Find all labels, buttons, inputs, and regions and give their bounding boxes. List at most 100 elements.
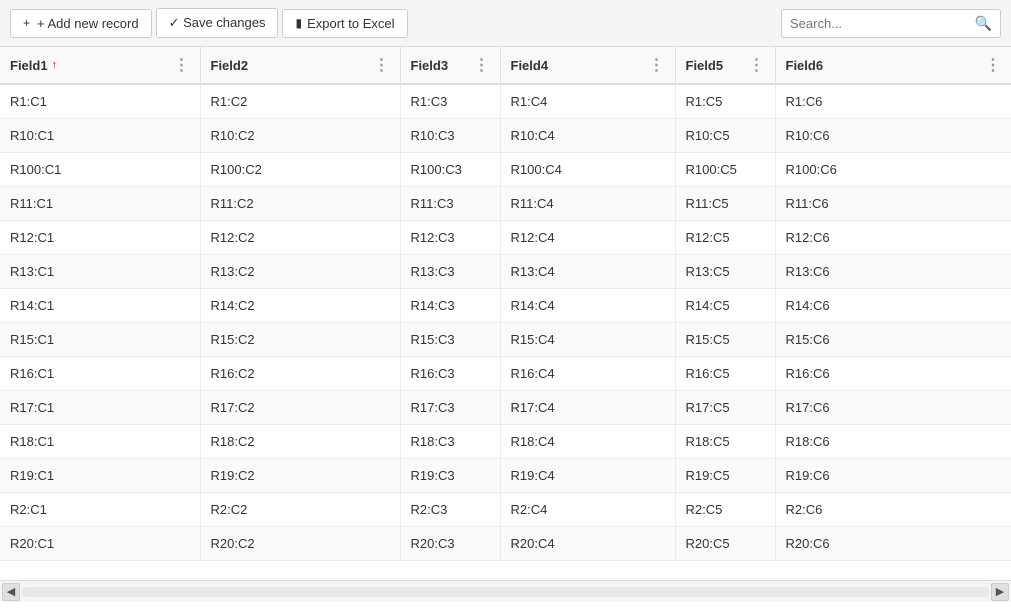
table-cell[interactable]: R2:C4 [500, 493, 675, 527]
table-cell[interactable]: R100:C5 [675, 153, 775, 187]
table-cell[interactable]: R17:C6 [775, 391, 1011, 425]
table-cell[interactable]: R15:C3 [400, 323, 500, 357]
table-cell[interactable]: R16:C4 [500, 357, 675, 391]
table-cell[interactable]: R15:C1 [0, 323, 200, 357]
table-cell[interactable]: R16:C6 [775, 357, 1011, 391]
table-cell[interactable]: R15:C4 [500, 323, 675, 357]
table-row[interactable]: R18:C1R18:C2R18:C3R18:C4R18:C5R18:C6 [0, 425, 1011, 459]
table-cell[interactable]: R13:C2 [200, 255, 400, 289]
table-cell[interactable]: R100:C3 [400, 153, 500, 187]
table-cell[interactable]: R20:C4 [500, 527, 675, 561]
table-cell[interactable]: R2:C1 [0, 493, 200, 527]
table-cell[interactable]: R19:C2 [200, 459, 400, 493]
table-cell[interactable]: R14:C2 [200, 289, 400, 323]
table-cell[interactable]: R14:C4 [500, 289, 675, 323]
table-row[interactable]: R10:C1R10:C2R10:C3R10:C4R10:C5R10:C6 [0, 119, 1011, 153]
table-cell[interactable]: R100:C6 [775, 153, 1011, 187]
field1-menu-icon[interactable]: ⋮ [174, 55, 190, 75]
table-cell[interactable]: R10:C1 [0, 119, 200, 153]
table-cell[interactable]: R1:C3 [400, 84, 500, 119]
scroll-left-button[interactable]: ◀ [2, 583, 20, 601]
table-cell[interactable]: R14:C1 [0, 289, 200, 323]
table-row[interactable]: R17:C1R17:C2R17:C3R17:C4R17:C5R17:C6 [0, 391, 1011, 425]
table-cell[interactable]: R15:C6 [775, 323, 1011, 357]
table-cell[interactable]: R19:C3 [400, 459, 500, 493]
table-row[interactable]: R14:C1R14:C2R14:C3R14:C4R14:C5R14:C6 [0, 289, 1011, 323]
table-cell[interactable]: R1:C6 [775, 84, 1011, 119]
table-cell[interactable]: R1:C1 [0, 84, 200, 119]
table-cell[interactable]: R19:C6 [775, 459, 1011, 493]
field4-menu-icon[interactable]: ⋮ [649, 55, 665, 75]
table-cell[interactable]: R17:C1 [0, 391, 200, 425]
table-cell[interactable]: R10:C6 [775, 119, 1011, 153]
table-cell[interactable]: R20:C6 [775, 527, 1011, 561]
scroll-track[interactable] [22, 587, 989, 597]
table-cell[interactable]: R2:C3 [400, 493, 500, 527]
table-cell[interactable]: R10:C2 [200, 119, 400, 153]
table-cell[interactable]: R2:C6 [775, 493, 1011, 527]
table-cell[interactable]: R13:C1 [0, 255, 200, 289]
table-cell[interactable]: R13:C3 [400, 255, 500, 289]
table-cell[interactable]: R16:C5 [675, 357, 775, 391]
table-cell[interactable]: R12:C3 [400, 221, 500, 255]
table-row[interactable]: R100:C1R100:C2R100:C3R100:C4R100:C5R100:… [0, 153, 1011, 187]
table-cell[interactable]: R18:C6 [775, 425, 1011, 459]
table-cell[interactable]: R19:C4 [500, 459, 675, 493]
table-cell[interactable]: R11:C4 [500, 187, 675, 221]
table-cell[interactable]: R11:C2 [200, 187, 400, 221]
horizontal-scrollbar[interactable]: ◀ ▶ [0, 580, 1011, 602]
export-excel-button[interactable]: ▮ Export to Excel [282, 9, 407, 38]
table-cell[interactable]: R17:C4 [500, 391, 675, 425]
table-cell[interactable]: R10:C4 [500, 119, 675, 153]
field6-menu-icon[interactable]: ⋮ [985, 55, 1001, 75]
scroll-right-button[interactable]: ▶ [991, 583, 1009, 601]
table-cell[interactable]: R12:C1 [0, 221, 200, 255]
table-cell[interactable]: R15:C2 [200, 323, 400, 357]
table-row[interactable]: R13:C1R13:C2R13:C3R13:C4R13:C5R13:C6 [0, 255, 1011, 289]
table-cell[interactable]: R1:C5 [675, 84, 775, 119]
table-cell[interactable]: R11:C3 [400, 187, 500, 221]
table-row[interactable]: R15:C1R15:C2R15:C3R15:C4R15:C5R15:C6 [0, 323, 1011, 357]
table-cell[interactable]: R10:C3 [400, 119, 500, 153]
table-cell[interactable]: R12:C5 [675, 221, 775, 255]
table-cell[interactable]: R14:C3 [400, 289, 500, 323]
table-cell[interactable]: R18:C4 [500, 425, 675, 459]
search-input[interactable] [790, 16, 975, 31]
field5-menu-icon[interactable]: ⋮ [749, 55, 765, 75]
table-cell[interactable]: R13:C6 [775, 255, 1011, 289]
table-row[interactable]: R2:C1R2:C2R2:C3R2:C4R2:C5R2:C6 [0, 493, 1011, 527]
table-cell[interactable]: R17:C2 [200, 391, 400, 425]
table-cell[interactable]: R10:C5 [675, 119, 775, 153]
table-cell[interactable]: R11:C1 [0, 187, 200, 221]
table-cell[interactable]: R15:C5 [675, 323, 775, 357]
field2-menu-icon[interactable]: ⋮ [374, 55, 390, 75]
table-cell[interactable]: R1:C2 [200, 84, 400, 119]
table-cell[interactable]: R14:C5 [675, 289, 775, 323]
table-cell[interactable]: R13:C5 [675, 255, 775, 289]
table-cell[interactable]: R13:C4 [500, 255, 675, 289]
table-cell[interactable]: R20:C5 [675, 527, 775, 561]
table-row[interactable]: R1:C1R1:C2R1:C3R1:C4R1:C5R1:C6 [0, 84, 1011, 119]
table-cell[interactable]: R12:C4 [500, 221, 675, 255]
save-changes-button[interactable]: ✓ Save changes [156, 8, 279, 38]
table-scroll-area[interactable]: Field1 ↑ ⋮ Field2 ⋮ [0, 47, 1011, 580]
table-cell[interactable]: R12:C2 [200, 221, 400, 255]
field3-menu-icon[interactable]: ⋮ [474, 55, 490, 75]
table-cell[interactable]: R20:C1 [0, 527, 200, 561]
table-row[interactable]: R19:C1R19:C2R19:C3R19:C4R19:C5R19:C6 [0, 459, 1011, 493]
table-cell[interactable]: R18:C2 [200, 425, 400, 459]
table-cell[interactable]: R11:C5 [675, 187, 775, 221]
table-cell[interactable]: R11:C6 [775, 187, 1011, 221]
table-cell[interactable]: R20:C2 [200, 527, 400, 561]
add-record-button[interactable]: + + Add new record [10, 9, 152, 38]
table-cell[interactable]: R14:C6 [775, 289, 1011, 323]
table-cell[interactable]: R19:C5 [675, 459, 775, 493]
table-cell[interactable]: R100:C4 [500, 153, 675, 187]
table-cell[interactable]: R16:C1 [0, 357, 200, 391]
sort-asc-icon[interactable]: ↑ [52, 59, 58, 71]
table-cell[interactable]: R2:C5 [675, 493, 775, 527]
table-cell[interactable]: R18:C5 [675, 425, 775, 459]
table-row[interactable]: R12:C1R12:C2R12:C3R12:C4R12:C5R12:C6 [0, 221, 1011, 255]
table-cell[interactable]: R18:C1 [0, 425, 200, 459]
table-row[interactable]: R20:C1R20:C2R20:C3R20:C4R20:C5R20:C6 [0, 527, 1011, 561]
